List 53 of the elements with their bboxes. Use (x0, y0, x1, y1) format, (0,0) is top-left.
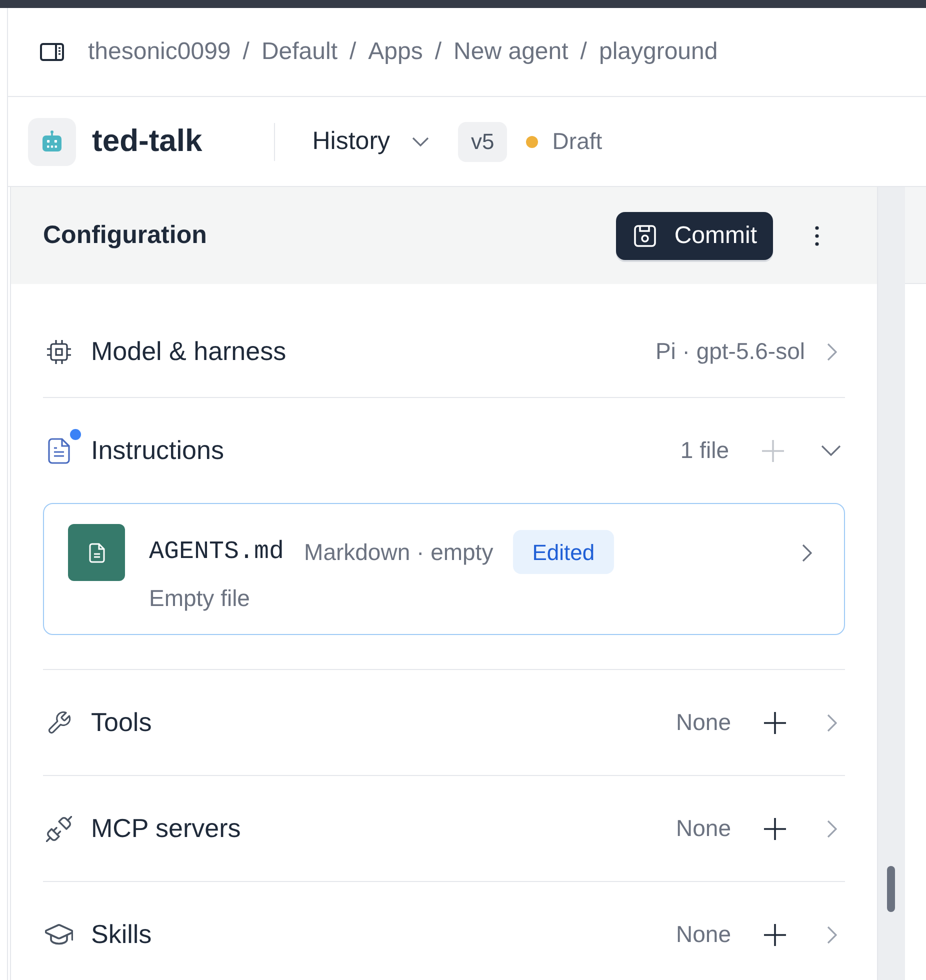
chevron-right-icon[interactable] (827, 820, 837, 838)
breadcrumb-separator: / (350, 37, 356, 67)
breadcrumb-separator: / (580, 37, 587, 67)
section-title: Instructions (91, 434, 224, 467)
plus-icon (763, 816, 787, 840)
chevron-down-icon (412, 136, 430, 146)
file-card[interactable]: AGENTS.md Markdown · empty Edited Empty file (43, 503, 845, 635)
panel-title: Configuration (43, 220, 207, 251)
section-title: Tools (91, 706, 152, 739)
version-badge: v5 (458, 122, 508, 162)
breadcrumb-separator: / (434, 37, 442, 67)
agent-name: ted-talk (92, 122, 202, 160)
plus-icon (763, 710, 787, 734)
chevron-down-icon[interactable] (821, 445, 841, 456)
edited-badge: Edited (513, 530, 614, 574)
section-summary: 1 file (680, 436, 729, 466)
section-title: Model & harness (91, 335, 286, 368)
commit-button[interactable]: Commit (616, 212, 773, 260)
breadcrumb-separator: / (242, 37, 250, 67)
status-label: Draft (552, 127, 602, 156)
add-button[interactable] (763, 710, 787, 734)
sidebar-toggle-button[interactable] (40, 43, 64, 61)
chevron-right-icon[interactable] (827, 714, 837, 732)
chevron-right-icon[interactable] (802, 544, 812, 562)
section-summary: None (676, 708, 731, 738)
section-summary: Pi · gpt-5.6-sol (655, 337, 805, 366)
scrollbar-track[interactable] (878, 187, 905, 980)
file-icon (68, 524, 125, 581)
section-title: Skills (91, 918, 152, 951)
chevron-right-icon[interactable] (827, 342, 837, 360)
section-title: MCP servers (91, 812, 241, 845)
robot-icon (28, 118, 76, 166)
file-description: Empty file (149, 584, 250, 613)
kebab-menu-icon (815, 226, 819, 246)
scrollbar-thumb[interactable] (887, 866, 895, 912)
section-summary: None (676, 814, 731, 844)
add-button[interactable] (763, 922, 787, 946)
section-summary: None (676, 920, 731, 950)
breadcrumb-link[interactable]: Apps (368, 34, 423, 70)
file-meta: Markdown · empty (304, 538, 494, 567)
breadcrumb-current[interactable]: playground (598, 34, 718, 70)
plus-icon (761, 438, 785, 462)
save-icon (634, 224, 656, 246)
chevron-right-icon[interactable] (827, 926, 837, 944)
breadcrumb-link[interactable]: New agent (454, 34, 568, 70)
sidebar-icon (40, 43, 64, 61)
file-name: AGENTS.md (149, 536, 284, 568)
breadcrumb-link[interactable]: thesonic0099 (88, 34, 231, 70)
add-button[interactable] (763, 816, 787, 840)
document-icon (48, 438, 70, 464)
plus-icon (763, 922, 787, 946)
history-dropdown[interactable]: History (312, 122, 430, 160)
breadcrumb-link[interactable]: Default (261, 34, 338, 70)
